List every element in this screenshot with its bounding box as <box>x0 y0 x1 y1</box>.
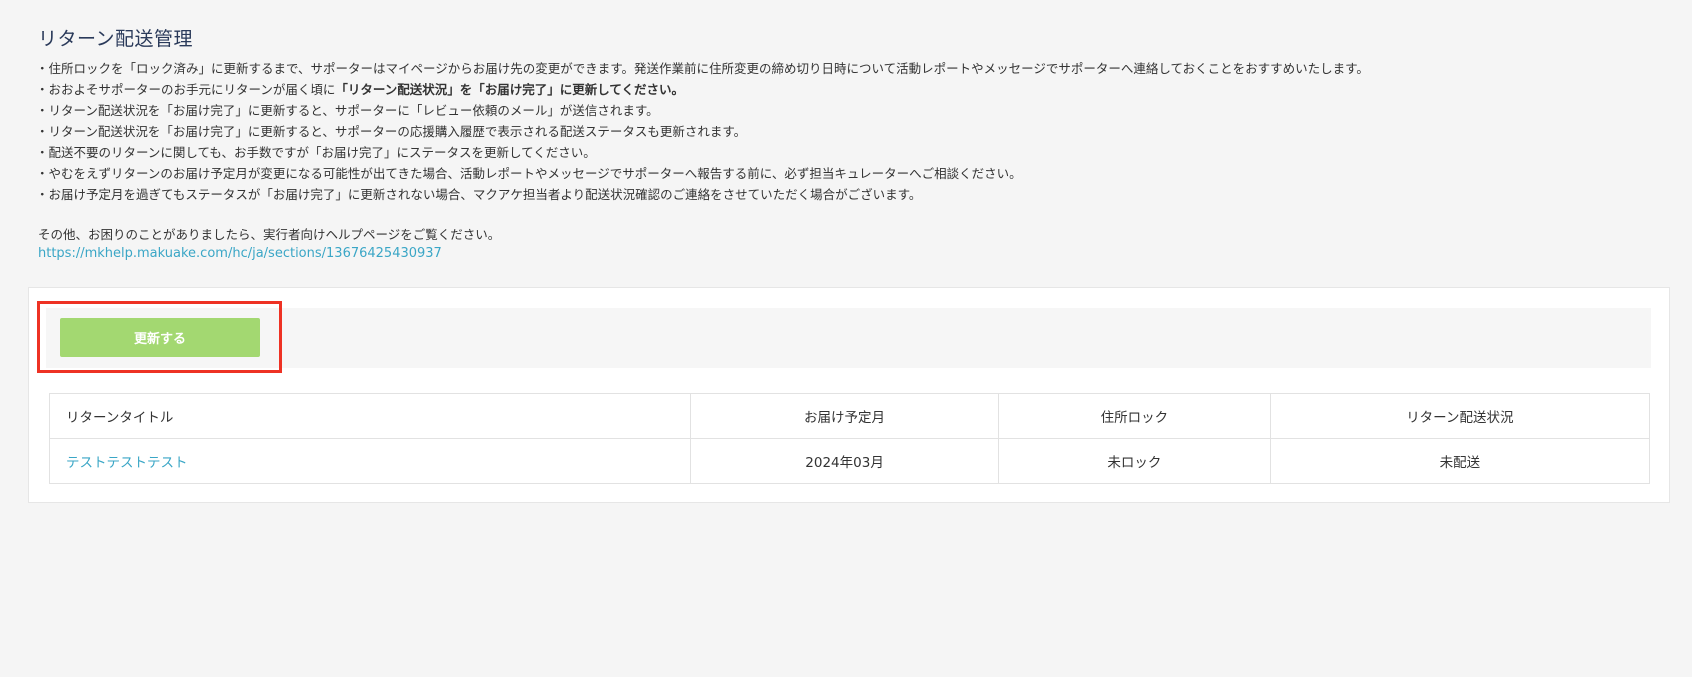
note-item: ・お届け予定月を過ぎてもステータスが「お届け完了」に更新されない場合、マクアケ担… <box>36 187 922 202</box>
help-page-link[interactable]: https://mkhelp.makuake.com/hc/ja/section… <box>38 246 442 261</box>
header-return-title: リターンタイトル <box>49 393 691 439</box>
table-row: テストテストテスト 2024年03月 未ロック 未配送 <box>49 438 1651 484</box>
note-item: ・おおよそサポーターのお手元にリターンが届く頃に「リターン配送状況」を「お届け完… <box>36 82 685 97</box>
toolbar <box>46 308 1651 368</box>
header-delivery-month: お届け予定月 <box>689 393 1000 439</box>
page: リターン配送管理 ・住所ロックを「ロック済み」に更新するまで、サポーターはマイペ… <box>0 0 1692 677</box>
note-item: ・リターン配送状況を「お届け完了」に更新すると、サポーターに「レビュー依頼のメー… <box>36 103 659 118</box>
help-text: その他、お困りのことがありましたら、実行者向けヘルプページをご覧ください。 <box>38 227 501 242</box>
note-item: ・リターン配送状況を「お届け完了」に更新すると、サポーターの応援購入履歴で表示さ… <box>36 124 747 139</box>
table-header-row: リターンタイトル お届け予定月 住所ロック リターン配送状況 <box>49 393 1651 439</box>
note-item: ・住所ロックを「ロック済み」に更新するまで、サポーターはマイページからお届け先の… <box>36 61 1369 76</box>
header-address-lock: 住所ロック <box>998 393 1271 439</box>
note-emphasis: 「リターン配送状況」を「お届け完了」に更新してください。 <box>335 82 685 97</box>
note-item: ・やむをえずリターンのお届け予定月が変更になる可能性が出てきた場合、活動レポート… <box>36 166 1022 181</box>
returns-table: リターンタイトル お届け予定月 住所ロック リターン配送状況 テストテストテスト… <box>49 393 1651 484</box>
note-item: ・配送不要のリターンに関しても、お手数ですが「お届け完了」にステータスを更新して… <box>36 145 596 160</box>
cell-delivery-month: 2024年03月 <box>689 438 1000 484</box>
page-title: リターン配送管理 <box>38 28 194 50</box>
notes-list: ・住所ロックを「ロック済み」に更新するまで、サポーターはマイページからお届け先の… <box>36 58 1369 205</box>
cell-shipping-status: 未配送 <box>1269 438 1651 484</box>
cell-address-lock: 未ロック <box>998 438 1271 484</box>
update-button[interactable]: 更新する <box>60 318 260 357</box>
header-shipping-status: リターン配送状況 <box>1269 393 1651 439</box>
return-shipping-panel: 更新する リターンタイトル お届け予定月 住所ロック リターン配送状況 テストテ… <box>28 287 1670 503</box>
return-title-link[interactable]: テストテストテスト <box>66 455 188 471</box>
cell-return-title: テストテストテスト <box>49 438 691 484</box>
